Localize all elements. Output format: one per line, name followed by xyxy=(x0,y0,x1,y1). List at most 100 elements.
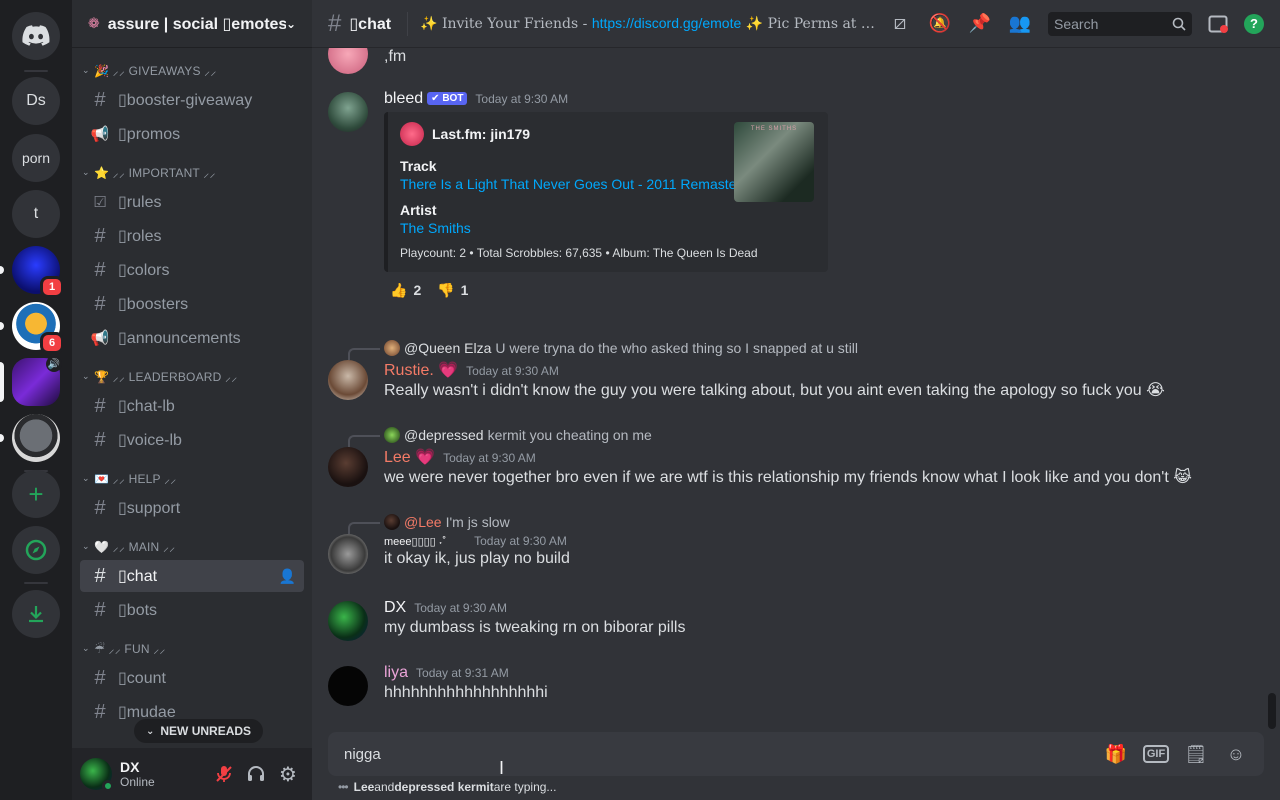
add-server-button[interactable]: + xyxy=(12,470,60,518)
reply-preview[interactable]: @Lee I'm js slow xyxy=(348,512,1268,534)
channel-category[interactable]: ⌄ ☔ ⸝⸝ FUN ⸝⸝ xyxy=(80,636,304,660)
category-label: 🎉 ⸝⸝ GIVEAWAYS ⸝⸝ xyxy=(94,63,217,78)
avatar[interactable] xyxy=(328,534,368,574)
server-icon-cat[interactable] xyxy=(12,414,60,462)
notification-settings-button[interactable]: 🔕 xyxy=(920,12,960,36)
message-list: ,fm bleed ✔ BOT Today at 9:30 AM Last.fm… xyxy=(312,48,1268,728)
reaction-thumbs-up[interactable]: 👍 2 xyxy=(384,278,427,302)
home-button[interactable] xyxy=(12,12,60,60)
channel-category[interactable]: ⌄ 💌 ⸝⸝ HELP ⸝⸝ xyxy=(80,466,304,490)
message[interactable]: @depressed kermit you cheating on me Lee… xyxy=(328,425,1268,489)
plus-icon: + xyxy=(28,478,44,509)
avatar[interactable] xyxy=(80,758,114,792)
message-author[interactable]: Rustie. 💗 xyxy=(384,360,458,380)
avatar[interactable] xyxy=(328,48,368,74)
message-body: ,fm xyxy=(384,48,407,65)
server-icon-umbrella[interactable]: 6 xyxy=(12,302,64,354)
search-input[interactable]: Search xyxy=(1048,11,1192,36)
server-icon-ds[interactable]: Ds xyxy=(12,77,60,125)
message[interactable]: liya Today at 9:31 AM hhhhhhhhhhhhhhhhhh… xyxy=(328,664,1268,706)
invite-member-icon[interactable]: 👤 xyxy=(279,568,296,585)
hash-icon: # xyxy=(94,666,106,689)
message-author[interactable]: Lee 💗 xyxy=(384,447,435,467)
server-header[interactable]: ❁ assure | social ▯emotes ⌄ xyxy=(72,0,312,48)
album-art[interactable]: THE SMITHS xyxy=(734,122,814,202)
channel-category[interactable]: ⌄ 🤍 ⸝⸝ MAIN ⸝⸝ xyxy=(80,534,304,558)
avatar[interactable] xyxy=(328,447,368,487)
message-author[interactable]: bleed xyxy=(384,90,423,108)
help-button[interactable]: ? xyxy=(1236,12,1272,36)
channel-category[interactable]: ⌄ 🎉 ⸝⸝ GIVEAWAYS ⸝⸝ xyxy=(80,58,304,82)
avatar[interactable] xyxy=(328,92,368,132)
message-input[interactable]: nigga xyxy=(344,746,1096,763)
mute-button[interactable] xyxy=(208,758,240,790)
channel-item[interactable]: # ▯booster-giveaway xyxy=(80,84,304,116)
message[interactable]: @Lee I'm js slow meee▯▯▯▯ ˖˚ Today at 9:… xyxy=(328,512,1268,574)
message-header: liya Today at 9:31 AM xyxy=(384,664,1268,682)
message-author[interactable]: liya xyxy=(384,664,408,682)
server-icon-blue[interactable]: 1 xyxy=(12,246,64,298)
message[interactable]: DX Today at 9:30 AM my dumbass is tweaki… xyxy=(328,599,1268,641)
gif-button[interactable]: GIF xyxy=(1136,738,1176,770)
explore-servers-button[interactable] xyxy=(12,526,60,574)
voice-indicator-icon: 🔊 xyxy=(46,356,62,372)
download-apps-button[interactable] xyxy=(12,590,60,638)
message-scrollbar[interactable] xyxy=(1268,48,1276,729)
reaction-thumbs-down[interactable]: 👎 1 xyxy=(431,278,474,302)
emoji-button[interactable]: ☺ xyxy=(1216,738,1256,770)
bot-tag: ✔ BOT xyxy=(427,92,468,105)
hash-icon: # xyxy=(94,598,106,621)
channel-item[interactable]: # ▯support xyxy=(80,492,304,524)
channel-item[interactable]: # ▯chat 👤 xyxy=(80,560,304,592)
channel-category[interactable]: ⌄ 🏆 ⸝⸝ LEADERBOARD ⸝⸝ xyxy=(80,364,304,388)
inbox-button[interactable] xyxy=(1200,12,1236,36)
channel-topic[interactable]: ✨ Invite Your Friends - https://discord.… xyxy=(420,15,880,32)
message-author[interactable]: DX xyxy=(384,599,406,617)
channel-label: ▯chat xyxy=(118,568,158,585)
avatar[interactable] xyxy=(328,601,368,641)
topic-link[interactable]: https://discord.gg/emote xyxy=(592,15,741,31)
reply-preview[interactable]: @Queen Elza U were tryna do the who aske… xyxy=(348,338,1268,360)
reply-spine xyxy=(348,522,380,534)
channel-item[interactable]: 📢 ▯announcements xyxy=(80,322,304,354)
message-timestamp: Today at 9:31 AM xyxy=(416,666,509,680)
message[interactable]: @Queen Elza U were tryna do the who aske… xyxy=(328,338,1268,402)
message-header: Rustie. 💗 Today at 9:30 AM xyxy=(384,360,1268,380)
channel-item[interactable]: # ▯count xyxy=(80,662,304,694)
server-icon-porn[interactable]: porn xyxy=(12,134,60,182)
channel-item[interactable]: # ▯roles xyxy=(80,220,304,252)
avatar[interactable] xyxy=(328,666,368,706)
message-composer[interactable]: nigga 🎁 GIF 🗒 ☺ xyxy=(328,732,1264,776)
online-status-icon xyxy=(102,780,114,792)
message-author[interactable]: meee▯▯▯▯ ˖˚ xyxy=(384,535,446,548)
channel-item[interactable]: 📢 ▯promos xyxy=(80,118,304,150)
channel-item[interactable]: # ▯voice-lb xyxy=(80,424,304,456)
channel-item[interactable]: # ▯boosters xyxy=(80,288,304,320)
sticker-button[interactable]: 🗒 xyxy=(1176,738,1216,770)
new-unreads-button[interactable]: ⌄ NEW UNREADS xyxy=(134,719,264,743)
avatar xyxy=(384,514,400,530)
channel-category[interactable]: ⌄ ⭐ ⸝⸝ IMPORTANT ⸝⸝ xyxy=(80,160,304,184)
pinned-messages-button[interactable]: 📌 xyxy=(960,12,1000,36)
embed-artist-link[interactable]: The Smiths xyxy=(400,220,816,236)
channel-item[interactable]: # ▯bots xyxy=(80,594,304,626)
server-icon-assure[interactable]: 🔊 xyxy=(12,356,62,406)
user-info[interactable]: DX Online xyxy=(120,759,208,789)
threads-button[interactable]: ⧄ xyxy=(880,12,920,36)
scrollbar-thumb[interactable] xyxy=(1268,693,1276,729)
member-list-button[interactable]: 👥 xyxy=(1000,12,1040,36)
avatar[interactable] xyxy=(328,360,368,400)
hash-icon: # xyxy=(94,428,106,451)
members-icon: 👥 xyxy=(1008,13,1032,33)
deafen-button[interactable] xyxy=(240,758,272,790)
channel-item[interactable]: ☑ ▯rules xyxy=(80,186,304,218)
reply-author: @Lee xyxy=(404,514,442,530)
gift-button[interactable]: 🎁 xyxy=(1096,738,1136,770)
reply-preview[interactable]: @depressed kermit you cheating on me xyxy=(348,425,1268,447)
message[interactable]: bleed ✔ BOT Today at 9:30 AM Last.fm: ji… xyxy=(328,90,1268,302)
channel-item[interactable]: # ▯colors xyxy=(80,254,304,286)
channel-item[interactable]: # ▯chat-lb xyxy=(80,390,304,422)
server-icon-t[interactable]: t xyxy=(12,190,60,238)
user-settings-button[interactable]: ⚙ xyxy=(272,758,304,790)
message[interactable]: ,fm xyxy=(328,48,1268,74)
